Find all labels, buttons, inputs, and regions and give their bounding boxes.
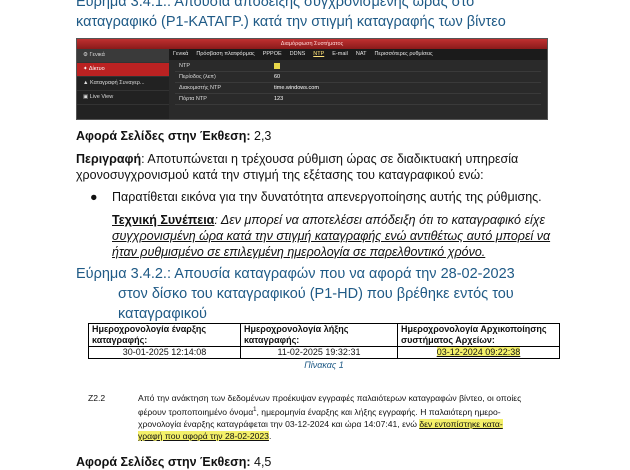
screenshot-tab-active: NTP (313, 51, 325, 57)
affects-pages-1: Αφορά Σελίδες στην Έκθεση: 2,3 (76, 129, 272, 143)
table-cell: 11-02-2025 19:32:31 (240, 346, 398, 359)
dvr-settings-screenshot: Διαμόρφωση Συστήματος Γενικά Πρόσβαση πλ… (76, 38, 548, 120)
screenshot-row: Διακομιστής NTP time.windows.com (175, 83, 541, 94)
screenshot-tab: Πρόσβαση πλατφόρμας (196, 51, 255, 57)
screenshot-sidebar: ⚙ Γενικά ✦ Δίκτυο ▲ Καταγραφή Συναγερ...… (77, 49, 169, 119)
screenshot-tab: Περισσότερες ρυθμίσεις (374, 51, 433, 57)
table-header-row: Ημεροχρονολογία έναρξης καταγραφής: Ημερ… (88, 323, 560, 347)
recordings-table-wrap: Ημεροχρονολογία έναρξης καταγραφής: Ημερ… (88, 323, 560, 370)
screenshot-row: Πόρτα NTP 123 (175, 94, 541, 105)
alarm-icon: ▲ (83, 80, 90, 86)
screenshot-header: Διαμόρφωση Συστήματος (77, 39, 547, 49)
checkbox-checked-icon (274, 62, 280, 69)
bullet-text: Παρατίθεται εικόνα για την δυνατότητα απ… (112, 190, 542, 204)
technical-consequence: Τεχνική Συνέπεια: Δεν μπορεί να αποτελέσ… (112, 213, 551, 259)
screenshot-sidebar-item: ▲ Καταγραφή Συναγερ... (77, 77, 169, 91)
affects-pages-2: Αφορά Σελίδες στην Έκθεση: 4,5 (76, 455, 272, 469)
screenshot-tab: DDNS (289, 51, 306, 57)
table-header: Ημεροχρονολογία έναρξης καταγραφής: (88, 323, 241, 347)
camera-icon: ▣ (83, 94, 90, 100)
recordings-table: Ημεροχρονολογία έναρξης καταγραφής: Ημερ… (88, 323, 560, 359)
finding-title-line: Εύρημα 3.4.1.: Απουσία απόδειξης συγχρον… (76, 0, 475, 10)
table-header: Ημεροχρονολογία λήξης καταγραφής: (240, 323, 398, 347)
table-cell: 30-01-2025 12:14:08 (88, 346, 241, 359)
finding-3-4-1-title: Εύρημα 3.4.1.: Απουσία απόδειξης συγχρον… (76, 0, 506, 32)
screenshot-tab: NAT (355, 51, 367, 57)
screenshot-ntp-form: NTP Περίοδος (λεπ) 60 Διακομιστής NTP ti… (175, 61, 541, 105)
table-row: 30-01-2025 12:14:08 11-02-2025 19:32:31 … (88, 346, 560, 359)
screenshot-sidebar-item: ✦ Δίκτυο (77, 63, 169, 77)
table-cell: 03-12-2024 09:22:38 (397, 346, 560, 359)
screenshot-sidebar-item: ▣ Live View (77, 91, 169, 105)
screenshot-sidebar-general: ⚙ Γενικά (77, 49, 169, 63)
z22-paragraph: Από την ανάκτηση των δεδομένων προέκυψαν… (138, 393, 522, 441)
screenshot-tab: Γενικά (173, 51, 189, 57)
description: Περιγραφή: Αποτυπώνεται η τρέχουσα ρύθμι… (76, 152, 519, 182)
bullet-list-item: ● (90, 189, 98, 205)
bullet-icon: ● (90, 190, 98, 204)
paragraph-number: Z2.2 (88, 393, 106, 403)
screenshot-row: NTP (175, 61, 541, 72)
finding-3-4-2-title: Εύρημα 3.4.2.: Απουσία καταγραφών που να… (76, 266, 515, 322)
screenshot-tab: E-mail (332, 51, 348, 57)
finding-title-line: καταγραφικό (P1-ΚΑΤΑΓΡ.) κατά την στιγμή… (76, 14, 506, 30)
table-header: Ημεροχρονολογία Αρχικοποίησης συστήματος… (397, 323, 560, 347)
screenshot-tab: PPPOE (262, 51, 282, 57)
screenshot-row: Περίοδος (λεπ) 60 (175, 72, 541, 83)
screenshot-tabs: Γενικά Πρόσβαση πλατφόρμας PPPOE DDNS NT… (169, 49, 547, 60)
table-caption: Πίνακας 1 (304, 360, 344, 370)
